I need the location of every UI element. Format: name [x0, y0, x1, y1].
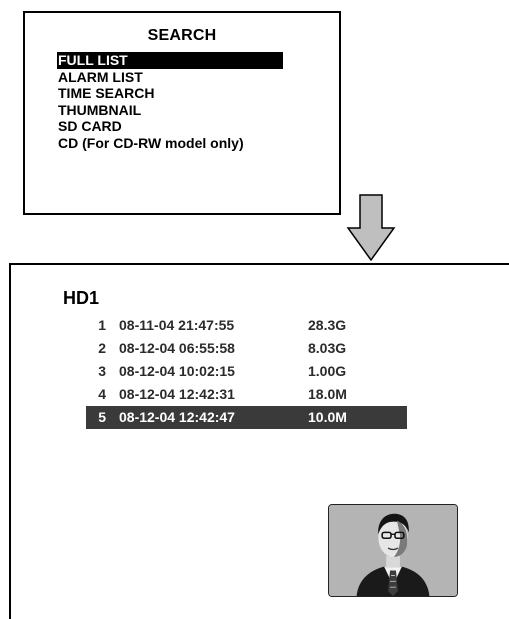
record-datetime: 08-12-04 12:42:31 — [119, 386, 235, 402]
record-size: 28.3G — [308, 317, 347, 333]
record-datetime: 08-11-04 21:47:55 — [119, 317, 235, 333]
record-number: 1 — [98, 317, 106, 333]
down-arrow-icon — [346, 194, 396, 262]
record-datetime: 08-12-04 12:42:47 — [119, 409, 235, 425]
search-menu-panel: SEARCH FULL LIST ALARM LIST TIME SEARCH … — [23, 11, 341, 215]
search-menu-title: SEARCH — [147, 27, 217, 44]
menu-item-alarm-list[interactable]: ALARM LIST — [58, 69, 283, 86]
menu-item-sd-card[interactable]: SD CARD — [58, 118, 283, 135]
record-row[interactable]: 2 08-12-04 06:55:58 8.03G — [86, 337, 407, 360]
record-number: 5 — [98, 409, 106, 425]
person-thumbnail-icon — [328, 504, 458, 597]
record-row[interactable]: 3 08-12-04 10:02:15 1.00G — [86, 360, 407, 383]
record-size: 1.00G — [308, 363, 347, 379]
menu-item-full-list[interactable]: FULL LIST — [57, 52, 283, 69]
record-number: 3 — [98, 363, 106, 379]
record-row[interactable]: 4 08-12-04 12:42:31 18.0M — [86, 383, 407, 406]
record-row-selected[interactable]: 5 08-12-04 12:42:47 10.0M — [86, 406, 407, 429]
record-list: 1 08-11-04 21:47:55 28.3G 2 08-12-04 06:… — [86, 314, 407, 429]
menu-item-cd[interactable]: CD (For CD-RW model only) — [58, 135, 283, 152]
search-menu-list: FULL LIST ALARM LIST TIME SEARCH THUMBNA… — [57, 52, 283, 152]
record-size: 18.0M — [308, 386, 347, 402]
record-number: 4 — [98, 386, 106, 402]
hd-list-title: HD1 — [63, 288, 100, 308]
menu-item-time-search[interactable]: TIME SEARCH — [58, 85, 283, 102]
record-size: 10.0M — [308, 409, 347, 425]
record-number: 2 — [98, 340, 106, 356]
record-size: 8.03G — [308, 340, 347, 356]
record-datetime: 08-12-04 06:55:58 — [119, 340, 235, 356]
hd-list-panel: HD1 1 08-11-04 21:47:55 28.3G 2 08-12-04… — [9, 263, 509, 619]
record-row[interactable]: 1 08-11-04 21:47:55 28.3G — [86, 314, 407, 337]
record-datetime: 08-12-04 10:02:15 — [119, 363, 235, 379]
menu-item-thumbnail[interactable]: THUMBNAIL — [58, 102, 283, 119]
